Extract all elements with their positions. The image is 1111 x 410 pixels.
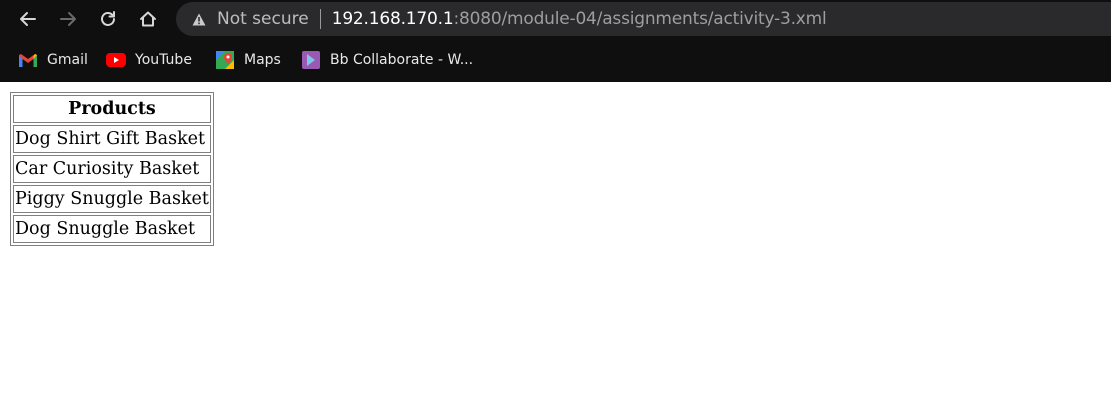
browser-toolbar: Not secure 192.168.170.1:8080/module-04/… [0, 0, 1111, 38]
table-row: Dog Snuggle Basket [13, 215, 211, 243]
forward-arrow-icon [60, 12, 76, 26]
youtube-icon [106, 51, 126, 69]
bookmark-label: YouTube [135, 52, 192, 68]
bookmark-gmail[interactable]: Gmail [18, 49, 88, 71]
gmail-icon [18, 51, 38, 69]
reload-button[interactable] [96, 7, 120, 31]
column-header-products: Products [13, 95, 211, 123]
browser-chrome: Not secure 192.168.170.1:8080/module-04/… [0, 0, 1111, 82]
page-content: Products Dog Shirt Gift Basket Car Curio… [0, 82, 1111, 246]
home-button[interactable] [136, 7, 160, 31]
bookmark-bb-collaborate[interactable]: Bb Collaborate - W... [301, 49, 473, 71]
bb-collaborate-icon [301, 51, 321, 69]
table-cell: Piggy Snuggle Basket [13, 185, 211, 213]
url-text[interactable]: 192.168.170.1:8080/module-04/assignments… [332, 9, 827, 29]
table-cell: Dog Shirt Gift Basket [13, 125, 211, 153]
products-table: Products Dog Shirt Gift Basket Car Curio… [10, 92, 214, 246]
warning-triangle-icon[interactable] [192, 12, 206, 26]
bookmark-youtube[interactable]: YouTube [106, 49, 192, 71]
url-path: :8080/module-04/assignments/activity-3.x… [453, 9, 827, 29]
bookmark-maps[interactable]: Maps [215, 49, 281, 71]
url-separator [319, 9, 321, 29]
reload-icon [101, 11, 115, 26]
url-host: 192.168.170.1 [331, 9, 454, 29]
back-button[interactable] [16, 7, 40, 31]
table-header-row: Products [13, 95, 211, 123]
forward-button[interactable] [56, 7, 80, 31]
home-icon [140, 11, 156, 27]
back-arrow-icon [20, 12, 36, 26]
table-cell: Dog Snuggle Basket [13, 215, 211, 243]
bookmarks-bar: Gmail YouTube Maps Bb Collaborate - W... [0, 38, 1111, 82]
address-bar[interactable]: Not secure 192.168.170.1:8080/module-04/… [176, 2, 1111, 36]
security-status-label[interactable]: Not secure [217, 9, 309, 29]
table-row: Dog Shirt Gift Basket [13, 125, 211, 153]
maps-icon [215, 51, 235, 69]
table-row: Piggy Snuggle Basket [13, 185, 211, 213]
bookmark-label: Gmail [47, 52, 88, 68]
bookmark-label: Bb Collaborate - W... [330, 52, 474, 68]
bookmark-label: Maps [244, 52, 281, 68]
table-cell: Car Curiosity Basket [13, 155, 211, 183]
table-row: Car Curiosity Basket [13, 155, 211, 183]
